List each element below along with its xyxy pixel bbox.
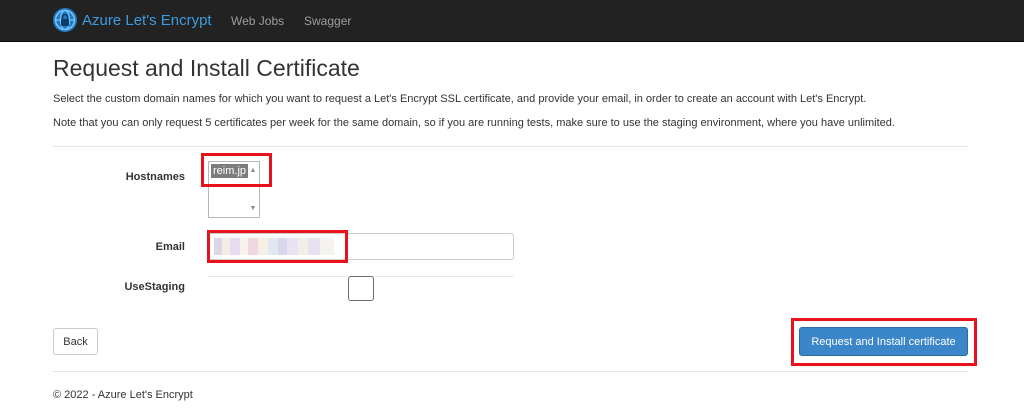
usestaging-label: UseStaging — [124, 281, 185, 293]
brand-name: Azure Let's Encrypt — [82, 11, 212, 29]
hostnames-listbox[interactable]: reim.jp ▲ ▼ — [208, 161, 260, 218]
redacted-email-mosaic — [214, 238, 334, 255]
request-install-certificate-button[interactable]: Request and Install certificate — [799, 327, 968, 356]
usestaging-checkbox[interactable] — [348, 276, 374, 301]
back-button[interactable]: Back — [53, 328, 98, 355]
divider — [53, 146, 968, 147]
footer-divider — [53, 371, 968, 372]
page-title: Request and Install Certificate — [53, 55, 360, 81]
scroll-down-arrow-icon[interactable]: ▼ — [249, 205, 257, 213]
description-text: Select the custom domain names for which… — [53, 93, 867, 105]
brand-link[interactable]: Azure Let's Encrypt — [52, 6, 212, 34]
nav-link-swagger[interactable]: Swagger — [304, 0, 351, 42]
nav-link-web-jobs[interactable]: Web Jobs — [231, 0, 284, 42]
hostnames-label: Hostnames — [125, 171, 185, 183]
globe-lock-icon — [53, 8, 77, 32]
footer-text: © 2022 - Azure Let's Encrypt — [53, 389, 193, 401]
staging-note-text: Note that you can only request 5 certifi… — [53, 117, 895, 129]
navbar: Azure Let's Encrypt Web Jobs Swagger — [0, 0, 1024, 42]
hostname-option[interactable]: reim.jp — [211, 164, 249, 178]
email-label: Email — [155, 241, 185, 253]
scroll-up-arrow-icon[interactable]: ▲ — [249, 167, 257, 175]
